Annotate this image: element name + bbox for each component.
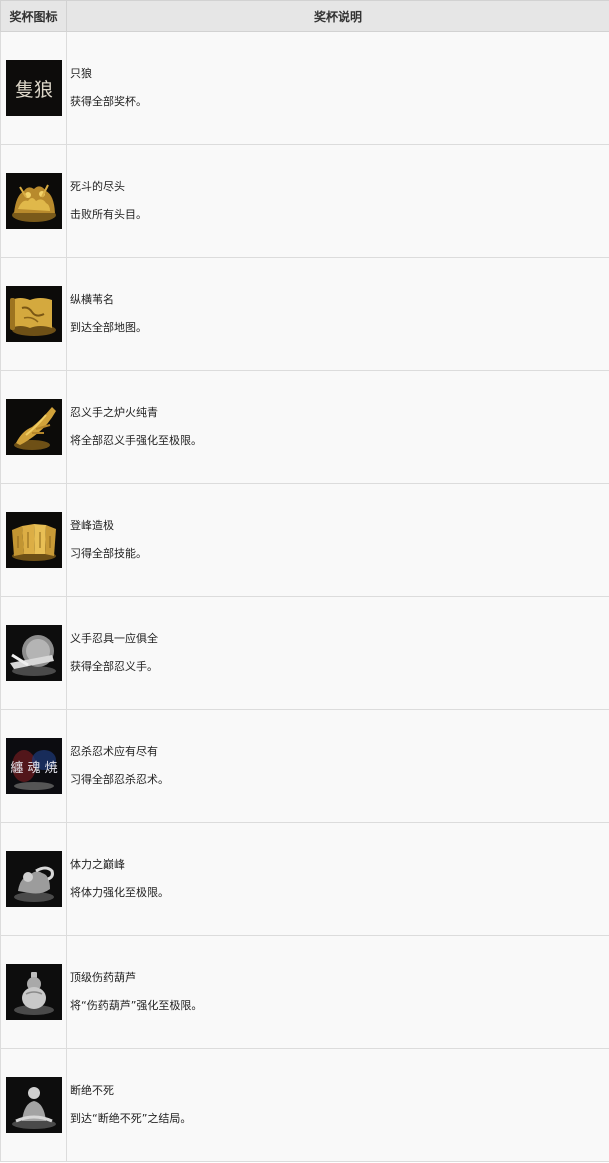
trophy-name: 登峰造极 xyxy=(70,519,114,532)
trophy-icon-cell xyxy=(0,822,67,936)
header-description: 奖杯说明 xyxy=(66,0,609,32)
table-row: 顶级伤药葫芦 将“伤药葫芦”强化至极限。 xyxy=(0,935,609,1049)
trophy-desc-cell: 义手忍具一应俱全 获得全部忍义手。 xyxy=(66,596,609,710)
trophy-description: 将全部忍义手强化至极限。 xyxy=(70,434,202,447)
table-row: 登峰造极 习得全部技能。 xyxy=(0,483,609,597)
trophy-name: 只狼 xyxy=(70,67,92,80)
table-row: 义手忍具一应俱全 获得全部忍义手。 xyxy=(0,596,609,710)
trophy-desc-cell: 纵横苇名 到达全部地图。 xyxy=(66,257,609,371)
silver-seated-monk-icon xyxy=(6,1077,62,1133)
table-row: 隻狼 只狼 获得全部奖杯。 xyxy=(0,31,609,145)
trophy-name: 忍义手之炉火纯青 xyxy=(70,406,158,419)
table-row: 纵横苇名 到达全部地图。 xyxy=(0,257,609,371)
trophy-icon-cell xyxy=(0,370,67,484)
silver-prosthetic-tools-icon xyxy=(6,625,62,681)
trophy-description: 习得全部技能。 xyxy=(70,547,147,560)
silver-gourd-icon xyxy=(6,964,62,1020)
table-row: 断绝不死 到达“断绝不死”之结局。 xyxy=(0,1048,609,1162)
silver-ninjutsu-calligraphy-icon: 纏 魂 焼 xyxy=(6,738,62,794)
trophy-description: 将体力强化至极限。 xyxy=(70,886,169,899)
trophy-name: 死斗的尽头 xyxy=(70,180,125,193)
silver-strong-figure-icon xyxy=(6,851,62,907)
trophy-description: 习得全部忍杀忍术。 xyxy=(70,773,169,786)
trophy-icon-cell xyxy=(0,144,67,258)
trophy-desc-cell: 死斗的尽头 击败所有头目。 xyxy=(66,144,609,258)
trophy-table: 奖杯图标 奖杯说明 隻狼 只狼 获得全部奖杯。 死斗的尽头 击败所有头目。 纵横… xyxy=(0,0,609,1162)
table-row: 体力之巅峰 将体力强化至极限。 xyxy=(0,822,609,936)
trophy-icon-cell: 纏 魂 焼 xyxy=(0,709,67,823)
table-row: 纏 魂 焼 忍杀忍术应有尽有 习得全部忍杀忍术。 xyxy=(0,709,609,823)
trophy-name: 忍杀忍术应有尽有 xyxy=(70,745,158,758)
trophy-name: 义手忍具一应俱全 xyxy=(70,632,158,645)
table-header-row: 奖杯图标 奖杯说明 xyxy=(0,0,609,32)
trophy-icon-cell xyxy=(0,935,67,1049)
calligraphy-logo-icon: 隻狼 xyxy=(6,60,62,116)
table-row: 死斗的尽头 击败所有头目。 xyxy=(0,144,609,258)
trophy-name: 断绝不死 xyxy=(70,1084,114,1097)
header-icon: 奖杯图标 xyxy=(0,0,67,32)
table-row: 忍义手之炉火纯青 将全部忍义手强化至极限。 xyxy=(0,370,609,484)
trophy-icon-cell: 隻狼 xyxy=(0,31,67,145)
trophy-desc-cell: 断绝不死 到达“断绝不死”之结局。 xyxy=(66,1048,609,1162)
trophy-icon-cell xyxy=(0,483,67,597)
calligraphy-logo-text: 隻狼 xyxy=(15,79,53,101)
trophy-desc-cell: 忍义手之炉火纯青 将全部忍义手强化至极限。 xyxy=(66,370,609,484)
trophy-description: 到达“断绝不死”之结局。 xyxy=(70,1112,192,1125)
trophy-icon-cell xyxy=(0,1048,67,1162)
gold-map-scroll-icon xyxy=(6,286,62,342)
ninjutsu-calligraphy-text: 纏 魂 焼 xyxy=(10,760,57,776)
trophy-description: 击败所有头目。 xyxy=(70,208,147,221)
trophy-description: 获得全部忍义手。 xyxy=(70,660,158,673)
gold-warriors-battle-icon xyxy=(6,173,62,229)
gold-prosthetic-arm-icon xyxy=(6,399,62,455)
trophy-desc-cell: 体力之巅峰 将体力强化至极限。 xyxy=(66,822,609,936)
gold-skill-scrolls-icon xyxy=(6,512,62,568)
trophy-desc-cell: 只狼 获得全部奖杯。 xyxy=(66,31,609,145)
trophy-description: 到达全部地图。 xyxy=(70,321,147,334)
trophy-description: 获得全部奖杯。 xyxy=(70,95,147,108)
trophy-desc-cell: 顶级伤药葫芦 将“伤药葫芦”强化至极限。 xyxy=(66,935,609,1049)
trophy-desc-cell: 忍杀忍术应有尽有 习得全部忍杀忍术。 xyxy=(66,709,609,823)
trophy-name: 顶级伤药葫芦 xyxy=(70,971,136,984)
trophy-name: 体力之巅峰 xyxy=(70,858,125,871)
trophy-name: 纵横苇名 xyxy=(70,293,114,306)
trophy-desc-cell: 登峰造极 习得全部技能。 xyxy=(66,483,609,597)
trophy-icon-cell xyxy=(0,257,67,371)
trophy-description: 将“伤药葫芦”强化至极限。 xyxy=(70,999,203,1012)
trophy-icon-cell xyxy=(0,596,67,710)
